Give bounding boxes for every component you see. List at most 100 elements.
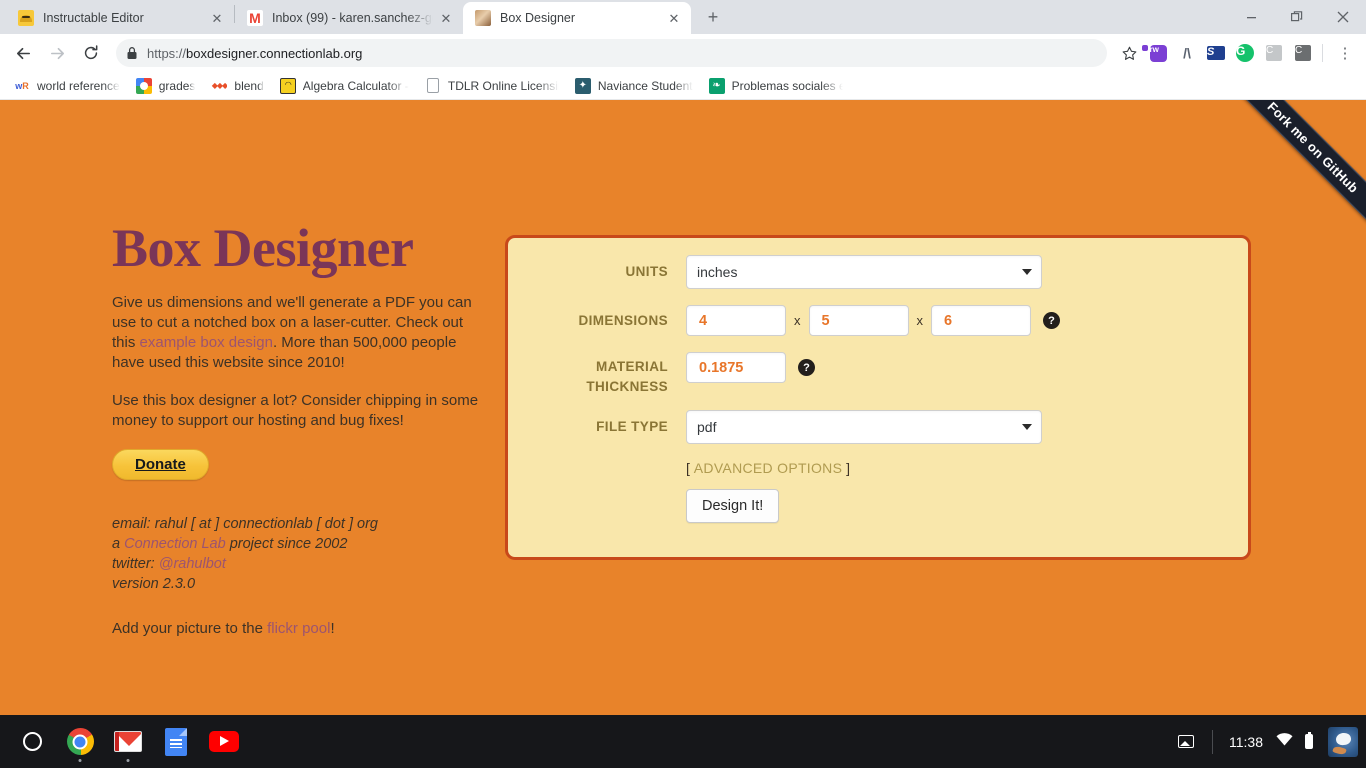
- document-icon: [425, 78, 441, 94]
- docs-icon[interactable]: [152, 715, 200, 768]
- bookmark-label: blend: [234, 78, 264, 93]
- grammarly-extension-icon[interactable]: G: [1232, 40, 1258, 66]
- thickness-help-icon[interactable]: ?: [798, 359, 815, 376]
- battery-icon[interactable]: [1305, 732, 1313, 749]
- tab-close-icon[interactable]: ✕: [208, 9, 226, 27]
- bookmark-algebra-calculator[interactable]: Algebra Calculator -: [272, 75, 417, 97]
- filetype-select[interactable]: pdf: [686, 410, 1042, 444]
- advanced-open-bracket: [: [686, 460, 690, 476]
- thickness-field-wrap: 0.1875 ?: [686, 352, 815, 383]
- minimize-button[interactable]: [1228, 0, 1274, 34]
- bookmark-world-reference[interactable]: wR world reference: [6, 75, 128, 97]
- support-paragraph: Use this box designer a lot? Consider ch…: [112, 391, 479, 429]
- chrome-icon[interactable]: [56, 715, 104, 768]
- bookmark-tdlr-online-licensing[interactable]: TDLR Online Licensing: [417, 75, 567, 97]
- advanced-options-row: [ ADVANCED OPTIONS ]: [508, 460, 1248, 476]
- tab-instructable-editor[interactable]: Instructable Editor ✕: [6, 2, 234, 34]
- units-label: UNITS: [625, 264, 668, 279]
- github-ribbon-label: Fork me on GitHub: [1222, 100, 1366, 239]
- tab-close-icon[interactable]: ✕: [665, 9, 683, 27]
- email-line: email: rahul [ at ] connectionlab [ dot …: [112, 515, 378, 532]
- c-extension-light-icon[interactable]: C: [1261, 40, 1287, 66]
- wordreference-icon: wR: [15, 80, 29, 91]
- close-button[interactable]: [1320, 0, 1366, 34]
- material-thickness-input[interactable]: 0.1875: [686, 352, 786, 383]
- tab-box-designer[interactable]: Box Designer ✕: [463, 2, 691, 34]
- reload-button[interactable]: [76, 38, 106, 68]
- back-button[interactable]: [8, 38, 38, 68]
- filetype-label: FILE TYPE: [596, 419, 668, 434]
- c-extension-dark-icon[interactable]: C: [1290, 40, 1316, 66]
- browser-window: Instructable Editor ✕ Inbox (99) - karen…: [0, 0, 1366, 717]
- submit-row: Design It!: [508, 489, 1248, 523]
- flickr-prefix: Add your picture to the: [112, 619, 268, 637]
- units-field-wrap: inches: [686, 255, 1042, 289]
- flickr-suffix: !: [330, 619, 335, 637]
- bookmark-problemas-sociales[interactable]: Problemas sociales e: [701, 75, 851, 97]
- filetype-row: FILE TYPE pdf: [508, 410, 1248, 444]
- url-host: boxdesigner.connectionlab.org: [186, 45, 363, 61]
- units-selected-value: inches: [697, 264, 738, 280]
- boxdesigner-icon: [475, 10, 491, 26]
- twitter-handle-link[interactable]: @rahulbot: [159, 556, 226, 572]
- tab-gmail-inbox[interactable]: Inbox (99) - karen.sanchez-gonza ✕: [235, 2, 463, 34]
- advanced-options-link[interactable]: ADVANCED OPTIONS: [694, 460, 842, 476]
- system-tray[interactable]: 11:38: [1178, 726, 1358, 757]
- flickr-pool-link[interactable]: flickr pool: [267, 620, 330, 637]
- user-avatar[interactable]: [1328, 726, 1358, 757]
- image-icon[interactable]: [1178, 735, 1194, 748]
- twitter-line: twitter: @rahulbot: [112, 554, 482, 574]
- blend-icon: [211, 78, 227, 94]
- bookmark-blend[interactable]: blend: [203, 75, 271, 97]
- dimension-height-input[interactable]: 5: [808, 305, 909, 336]
- problemas-sociales-icon: [708, 77, 725, 94]
- tab-title: Instructable Editor: [43, 11, 144, 25]
- gmail-icon[interactable]: [104, 715, 152, 768]
- tab-title: Box Designer: [500, 11, 576, 25]
- bookmark-star-icon[interactable]: [1116, 40, 1142, 66]
- instructables-robot-icon: [18, 10, 34, 26]
- connection-lab-link[interactable]: Connection Lab: [124, 536, 226, 552]
- new-tab-button[interactable]: +: [699, 3, 727, 31]
- donate-button[interactable]: Donate: [112, 448, 209, 480]
- read-write-extension-icon[interactable]: rw: [1145, 40, 1171, 66]
- forward-button[interactable]: [42, 38, 72, 68]
- window-controls: [1228, 0, 1366, 34]
- units-select[interactable]: inches: [686, 255, 1042, 289]
- tray-divider: [1212, 729, 1213, 754]
- units-row: UNITS inches: [508, 255, 1248, 289]
- s-extension-icon[interactable]: S: [1203, 40, 1229, 66]
- design-it-button[interactable]: Design It!: [686, 489, 780, 523]
- thickness-label: MATERIAL THICKNESS: [508, 352, 686, 397]
- dimensions-label: DIMENSIONS: [578, 312, 668, 328]
- restore-button[interactable]: [1274, 0, 1320, 34]
- extension-label: G: [1236, 44, 1254, 62]
- dimension-separator: x: [794, 313, 801, 328]
- tab-title: Inbox (99) - karen.sanchez-gonza: [272, 11, 433, 25]
- bookmark-label: TDLR Online Licensing: [447, 78, 559, 93]
- youtube-icon[interactable]: [200, 715, 248, 768]
- page-content: Fork me on GitHub Box Designer Give us d…: [0, 100, 1366, 717]
- bookmark-label: Naviance Student: [597, 78, 693, 93]
- dimension-depth-input[interactable]: 6: [931, 305, 1031, 336]
- bookmark-grades[interactable]: grades: [128, 75, 204, 97]
- box-designer-form: UNITS inches DIMENSIONS 4 x 5 x 6 ? MATE…: [505, 235, 1251, 560]
- advanced-close-bracket: ]: [846, 460, 851, 476]
- dimensions-row: DIMENSIONS 4 x 5 x 6 ?: [508, 305, 1248, 336]
- grades-icon: [135, 77, 152, 94]
- dimensions-help-icon[interactable]: ?: [1043, 312, 1060, 329]
- thickness-label-line1: MATERIAL: [596, 359, 668, 374]
- bookmark-label: grades: [158, 78, 196, 93]
- bookmark-label: Problemas sociales e: [731, 78, 843, 93]
- wifi-icon[interactable]: [1276, 732, 1293, 751]
- tab-close-icon[interactable]: ✕: [437, 9, 455, 27]
- address-bar[interactable]: https://boxdesigner.connectionlab.org: [116, 39, 1107, 67]
- tray-clock[interactable]: 11:38: [1229, 734, 1263, 750]
- toolbar-actions: rw /\ S G C C ⋮: [1113, 40, 1358, 66]
- chrome-menu-icon[interactable]: ⋮: [1332, 40, 1358, 66]
- bookmark-naviance-student[interactable]: Naviance Student: [567, 75, 701, 97]
- example-box-design-link[interactable]: example box design: [140, 334, 273, 351]
- slash-extension-icon[interactable]: /\: [1174, 40, 1200, 66]
- dimension-width-input[interactable]: 4: [686, 305, 786, 336]
- launcher-icon[interactable]: [8, 715, 56, 768]
